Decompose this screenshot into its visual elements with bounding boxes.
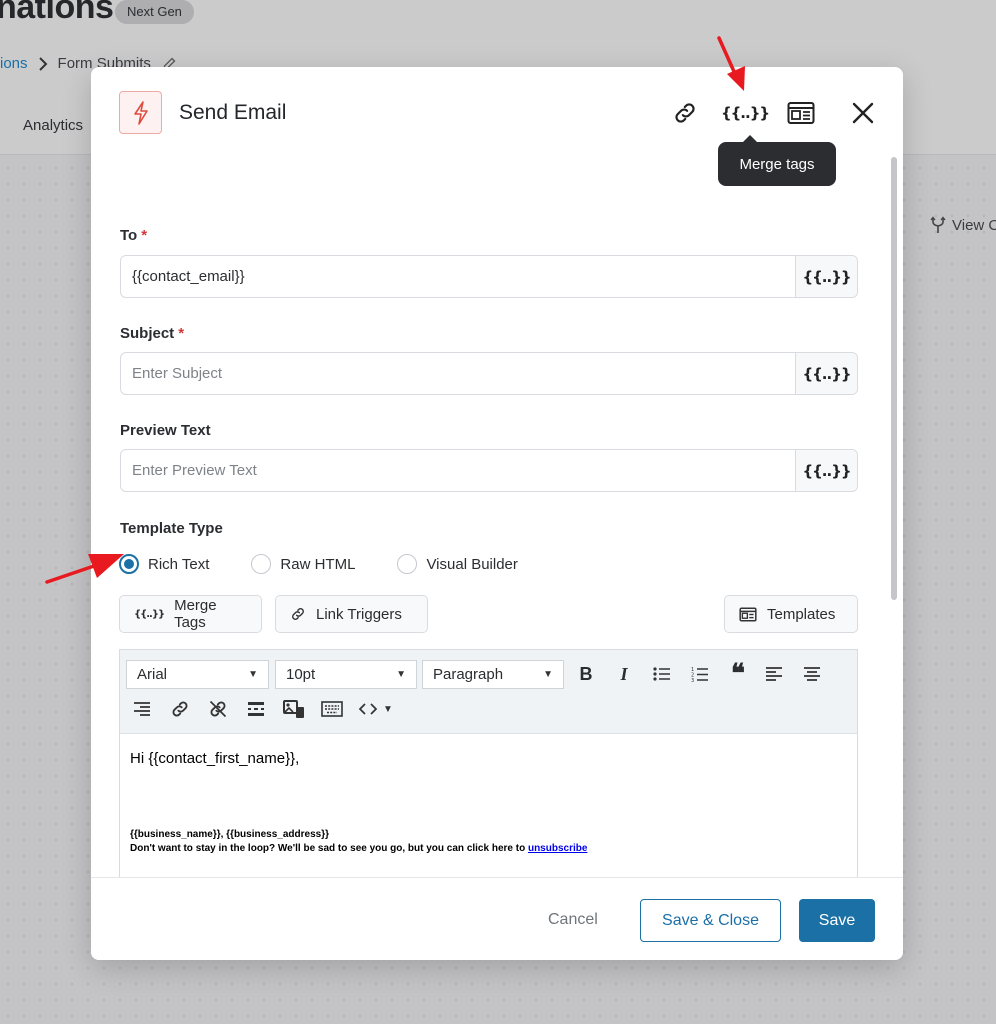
footer-business-line: {{business_name}}, {{business_address}} bbox=[130, 829, 329, 840]
link-icon[interactable] bbox=[668, 97, 702, 129]
page-title: nations bbox=[0, 0, 114, 26]
subject-merge-tags-button[interactable]: {{..}} bbox=[795, 353, 857, 394]
footer-unsubscribe-line: Don't want to stay in the loop? We'll be… bbox=[130, 843, 588, 854]
caret-down-icon: ▼ bbox=[543, 669, 553, 680]
radio-visual-builder[interactable]: Visual Builder bbox=[397, 554, 518, 574]
merge-tags-glyph: {{..}} bbox=[720, 104, 770, 122]
preview-text-label: Preview Text bbox=[120, 422, 211, 439]
view-link[interactable]: View C bbox=[930, 216, 996, 234]
template-icon[interactable] bbox=[784, 97, 818, 129]
unlink-icon[interactable] bbox=[204, 695, 232, 723]
template-type-group: Rich Text Raw HTML Visual Builder bbox=[119, 553, 560, 575]
bold-icon[interactable]: B bbox=[572, 660, 600, 688]
modal-title: Send Email bbox=[179, 101, 287, 124]
editor-content[interactable]: Hi {{contact_first_name}}, {{business_na… bbox=[130, 750, 845, 854]
align-center-icon[interactable] bbox=[798, 660, 826, 688]
email-footer: {{business_name}}, {{business_address}} … bbox=[130, 828, 587, 856]
close-icon[interactable] bbox=[846, 97, 880, 129]
annotation-arrow-icon bbox=[45, 554, 124, 584]
preview-merge-tags-button[interactable]: {{..}} bbox=[795, 450, 857, 491]
blockquote-icon[interactable]: ❝ bbox=[724, 660, 752, 688]
caret-down-icon: ▼ bbox=[396, 669, 406, 680]
merge-tags-icon[interactable]: {{..}} bbox=[721, 97, 770, 129]
merge-tags-button[interactable]: {{..}} Merge Tags bbox=[119, 595, 262, 633]
send-email-modal: Send Email {{..}} Merge tags To* {{..}} … bbox=[91, 67, 903, 960]
block-format-select[interactable]: Paragraph ▼ bbox=[422, 660, 564, 689]
svg-text:3: 3 bbox=[691, 678, 694, 683]
source-code-icon[interactable]: ▼ bbox=[356, 695, 396, 723]
subject-input[interactable] bbox=[121, 353, 795, 394]
template-type-label: Template Type bbox=[120, 520, 223, 537]
subject-field: {{..}} bbox=[120, 352, 858, 395]
next-gen-badge: Next Gen bbox=[115, 0, 194, 24]
lightning-icon bbox=[119, 91, 162, 134]
radio-raw-html[interactable]: Raw HTML bbox=[251, 554, 355, 574]
font-size-select[interactable]: 10pt ▼ bbox=[275, 660, 417, 689]
horizontal-line-icon[interactable] bbox=[242, 695, 270, 723]
tab-analytics[interactable]: Analytics bbox=[23, 117, 83, 134]
merge-tags-tooltip: Merge tags bbox=[718, 135, 836, 186]
link-icon bbox=[292, 608, 304, 620]
to-label: To * bbox=[120, 227, 148, 244]
chevron-right-icon bbox=[38, 56, 47, 71]
preview-text-input[interactable] bbox=[121, 450, 795, 491]
modal-scrollbar[interactable] bbox=[888, 157, 900, 877]
numbered-list-icon[interactable]: 123 bbox=[686, 660, 714, 688]
breadcrumb-parent-link[interactable]: ions bbox=[0, 55, 28, 72]
preview-text-field: {{..}} bbox=[120, 449, 858, 492]
italic-icon[interactable]: I bbox=[610, 660, 638, 688]
caret-down-icon: ▼ bbox=[248, 669, 258, 680]
view-link-label: View C bbox=[952, 216, 996, 234]
radio-rich-text[interactable]: Rich Text bbox=[119, 554, 209, 574]
keyboard-icon[interactable] bbox=[318, 695, 346, 723]
subject-label: Subject * bbox=[120, 325, 185, 342]
email-greeting: Hi {{contact_first_name}}, bbox=[130, 750, 300, 767]
bullet-list-icon[interactable] bbox=[648, 660, 676, 688]
save-button[interactable]: Save bbox=[799, 899, 875, 942]
align-right-icon[interactable] bbox=[128, 695, 156, 723]
font-family-select[interactable]: Arial ▼ bbox=[126, 660, 269, 689]
modal-footer: Cancel Save & Close Save bbox=[91, 877, 903, 960]
to-field: {{..}} bbox=[120, 255, 858, 298]
unsubscribe-link[interactable]: unsubscribe bbox=[528, 843, 587, 854]
editor-toolbar: Arial ▼ 10pt ▼ Paragraph ▼ B I 123 ❝ ▼ bbox=[120, 650, 857, 734]
save-close-button[interactable]: Save & Close bbox=[640, 899, 781, 942]
modal-body: To* {{..}} Subject* {{..}} Preview Text … bbox=[91, 157, 903, 877]
to-input[interactable] bbox=[121, 256, 795, 297]
caret-down-icon: ▼ bbox=[383, 703, 393, 715]
template-icon bbox=[739, 607, 757, 621]
branch-icon bbox=[930, 216, 946, 233]
align-left-icon[interactable] bbox=[760, 660, 788, 688]
to-merge-tags-button[interactable]: {{..}} bbox=[795, 256, 857, 297]
annotation-arrow-icon bbox=[717, 36, 745, 91]
cancel-button[interactable]: Cancel bbox=[548, 911, 598, 929]
merge-tags-icon: {{..}} bbox=[134, 608, 165, 620]
link-triggers-button[interactable]: Link Triggers bbox=[275, 595, 428, 633]
templates-button[interactable]: Templates bbox=[724, 595, 858, 633]
insert-image-icon[interactable] bbox=[280, 695, 308, 723]
rich-text-editor: Arial ▼ 10pt ▼ Paragraph ▼ B I 123 ❝ ▼ H… bbox=[119, 649, 858, 877]
scrollbar-thumb[interactable] bbox=[891, 157, 897, 600]
insert-link-icon[interactable] bbox=[166, 695, 194, 723]
